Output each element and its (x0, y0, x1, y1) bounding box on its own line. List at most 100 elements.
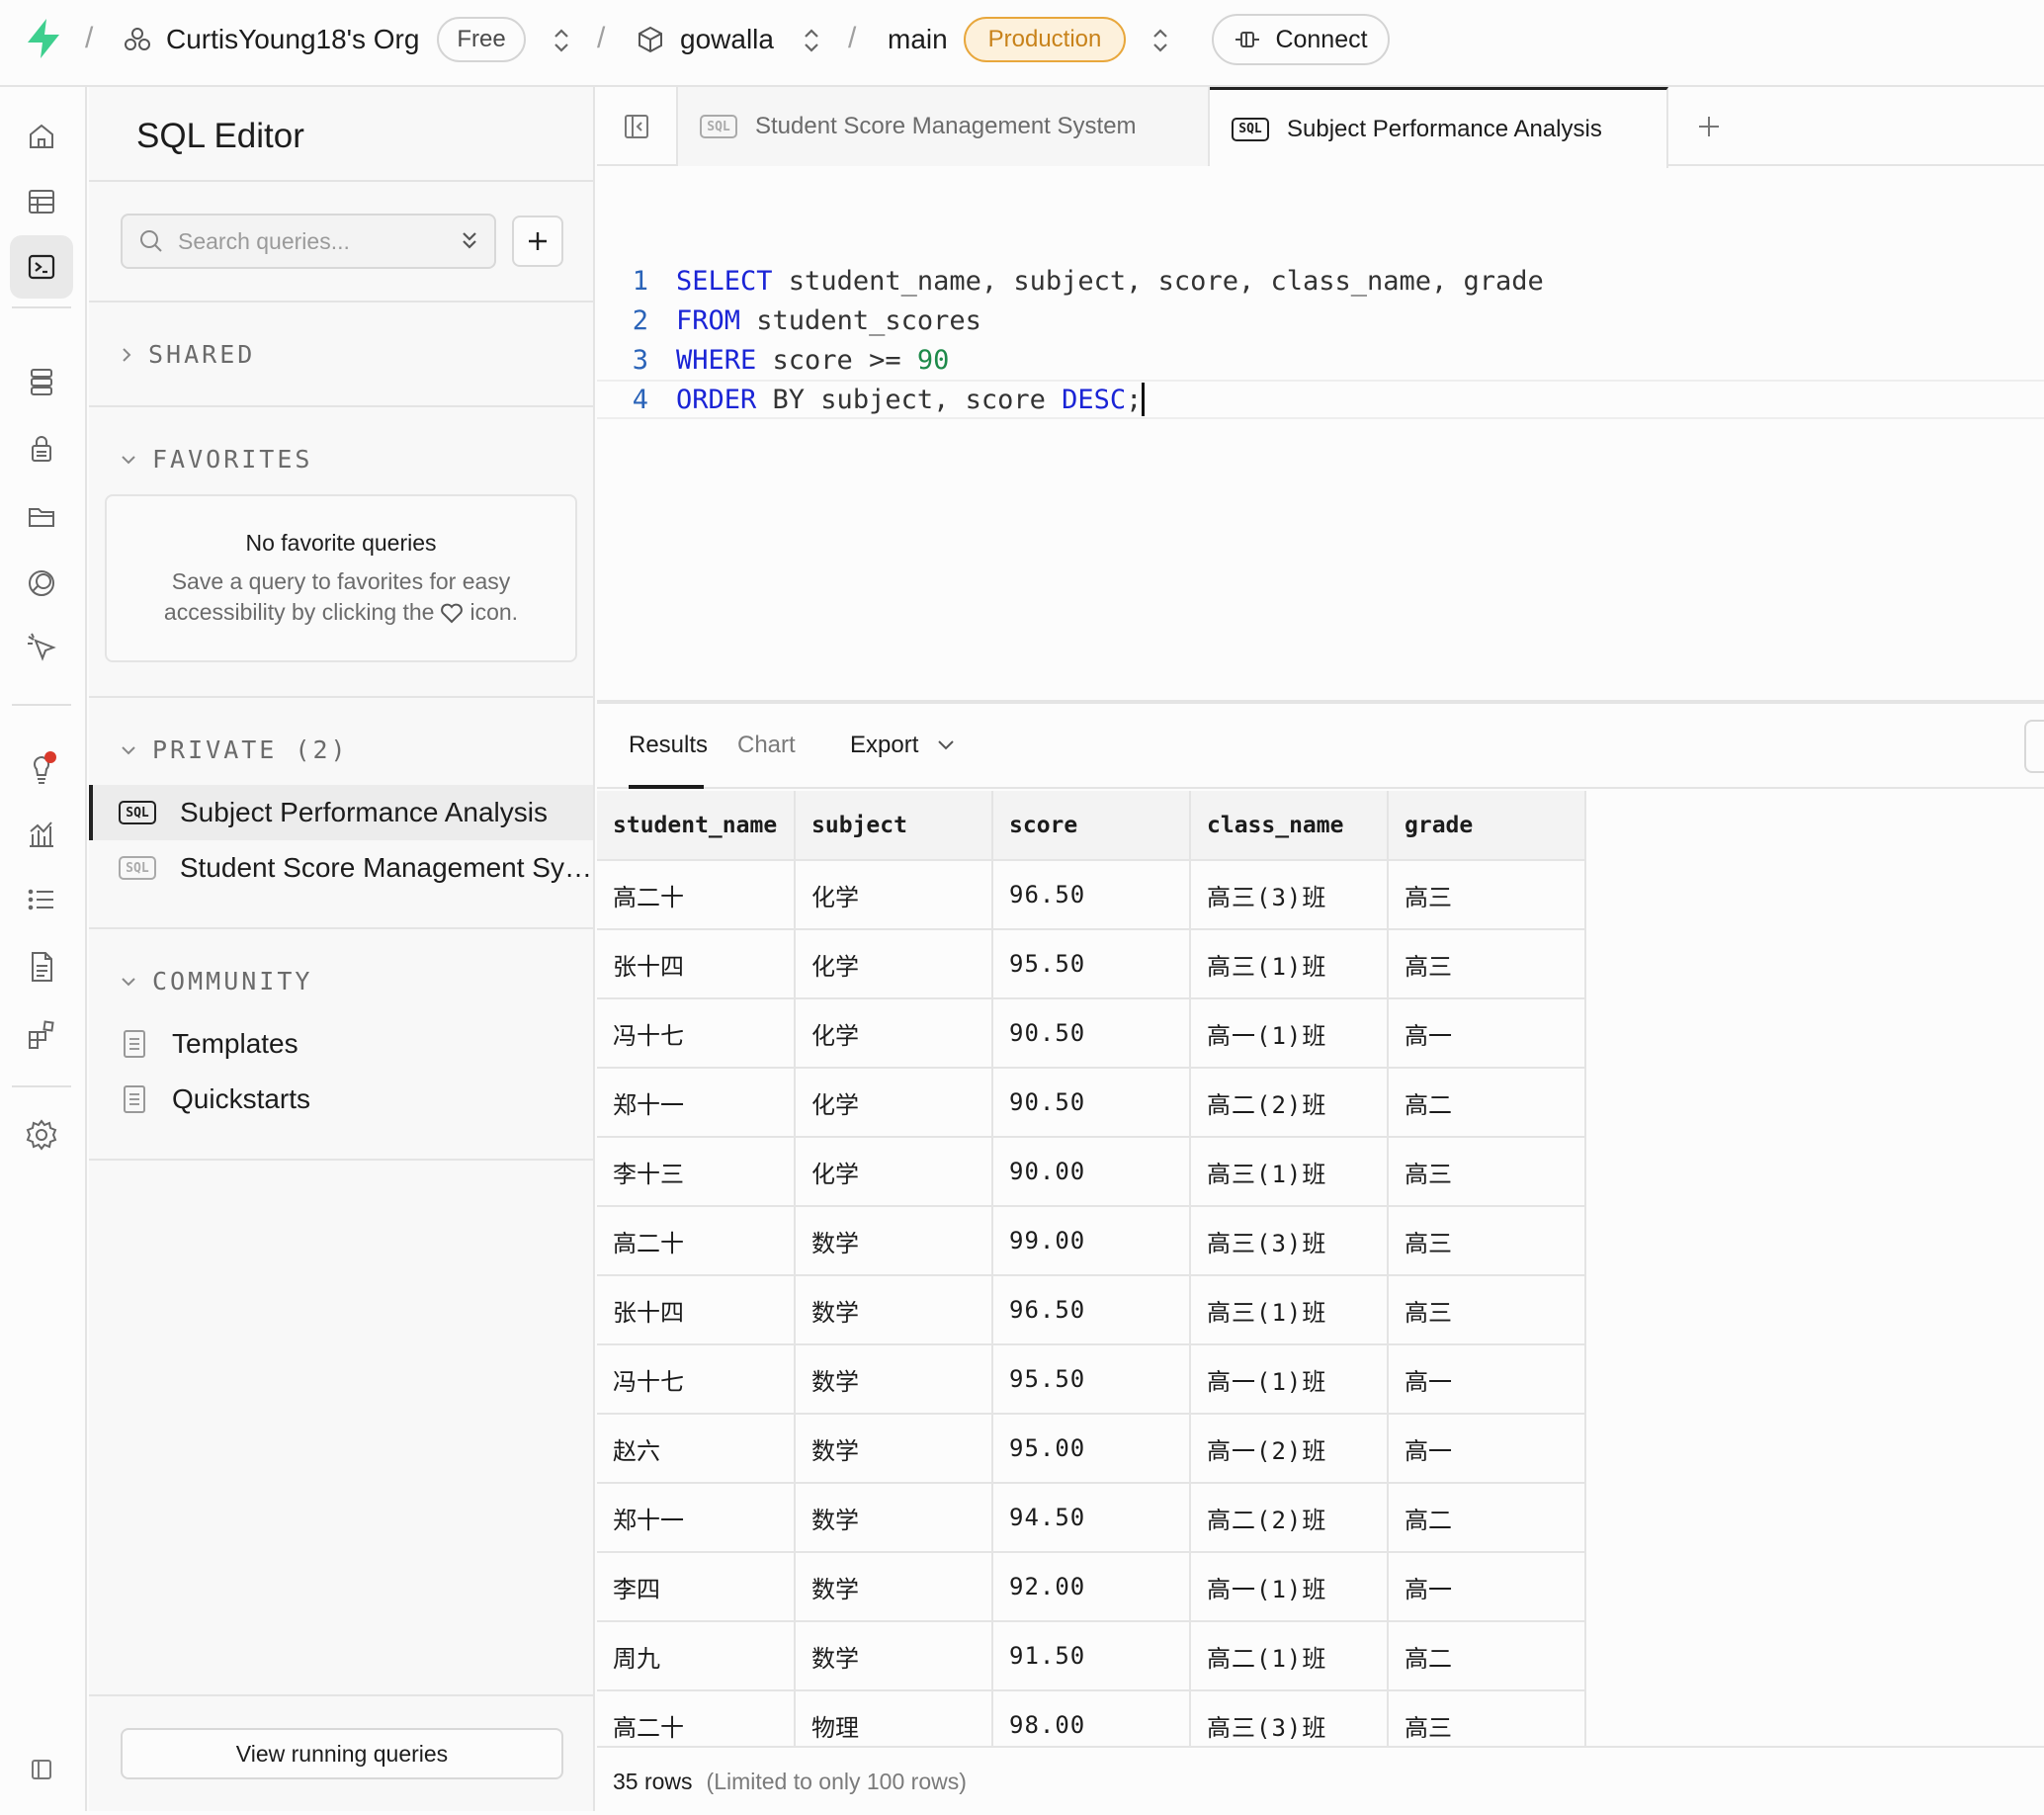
table-cell[interactable]: 92.00 (992, 1552, 1191, 1622)
supabase-logo-icon[interactable] (24, 18, 63, 59)
table-cell[interactable]: 李四 (597, 1552, 796, 1622)
table-cell[interactable]: 数学 (795, 1344, 993, 1415)
table-row[interactable]: 周九 数学 91.50 高二(1)班 高二 (597, 1621, 1586, 1691)
table-cell[interactable]: 96.50 (992, 860, 1191, 930)
table-cell[interactable]: 94.50 (992, 1483, 1191, 1553)
table-cell[interactable]: 数学 (795, 1621, 993, 1691)
table-cell[interactable]: 高一(2)班 (1190, 1414, 1389, 1484)
table-cell[interactable]: 冯十七 (597, 1344, 796, 1415)
sort-chevron-icon[interactable] (459, 228, 480, 254)
table-cell[interactable]: 高二 (1388, 1068, 1586, 1138)
table-cell[interactable]: 95.00 (992, 1414, 1191, 1484)
connect-button[interactable]: Connect (1212, 14, 1390, 65)
table-cell[interactable]: 高三(3)班 (1190, 1206, 1389, 1276)
table-cell[interactable]: 高二(1)班 (1190, 1621, 1389, 1691)
query-item-subject-performance[interactable]: SQL Subject Performance Analysis (89, 785, 593, 840)
branch-chevron-updown-icon[interactable] (1149, 26, 1172, 55)
database-icon[interactable] (10, 350, 73, 413)
table-cell[interactable]: 高一 (1388, 998, 1586, 1069)
table-row[interactable]: 李十三 化学 90.00 高三(1)班 高三 (597, 1137, 1586, 1207)
table-cell[interactable]: 张十四 (597, 929, 796, 999)
run-button-edge[interactable] (2024, 720, 2044, 773)
community-item-templates[interactable]: Templates (89, 1016, 593, 1072)
table-cell[interactable]: 郑十一 (597, 1068, 796, 1138)
private-section-header[interactable]: PRIVATE (2) (119, 735, 349, 764)
table-cell[interactable]: 95.50 (992, 1344, 1191, 1415)
table-cell[interactable]: 数学 (795, 1552, 993, 1622)
new-query-button[interactable] (512, 216, 563, 267)
table-cell[interactable]: 化学 (795, 860, 993, 930)
table-cell[interactable]: 高三(1)班 (1190, 929, 1389, 999)
project-chevron-updown-icon[interactable] (800, 26, 823, 55)
expand-sidebar-icon[interactable] (10, 1738, 73, 1801)
table-cell[interactable]: 周九 (597, 1621, 796, 1691)
table-cell[interactable]: 数学 (795, 1483, 993, 1553)
tab-student-score[interactable]: SQL Student Score Management System (678, 87, 1210, 166)
table-row[interactable]: 赵六 数学 95.00 高一(2)班 高一 (597, 1414, 1586, 1484)
table-cell[interactable]: 高二(2)班 (1190, 1483, 1389, 1553)
api-docs-icon[interactable] (10, 935, 73, 998)
table-cell[interactable]: 化学 (795, 1137, 993, 1207)
branch-switcher[interactable]: main (888, 24, 948, 55)
table-cell[interactable]: 李十三 (597, 1137, 796, 1207)
table-cell[interactable]: 高一(1)班 (1190, 998, 1389, 1069)
code-editor[interactable]: 1 SELECT student_name, subject, score, cl… (597, 166, 2044, 700)
reports-chart-icon[interactable] (10, 803, 73, 866)
org-chevron-updown-icon[interactable] (550, 26, 573, 55)
column-header[interactable]: student_name (597, 791, 796, 861)
table-row[interactable]: 张十四 化学 95.50 高三(1)班 高三 (597, 929, 1586, 999)
table-cell[interactable]: 95.50 (992, 929, 1191, 999)
table-cell[interactable]: 高三 (1388, 929, 1586, 999)
table-cell[interactable]: 高二 (1388, 1621, 1586, 1691)
community-item-quickstarts[interactable]: Quickstarts (89, 1072, 593, 1127)
project-switcher[interactable]: gowalla (637, 24, 774, 55)
table-cell[interactable]: 张十四 (597, 1275, 796, 1345)
shared-section-header[interactable]: SHARED (119, 340, 255, 369)
table-cell[interactable]: 郑十一 (597, 1483, 796, 1553)
home-icon[interactable] (10, 105, 73, 168)
table-row[interactable]: 冯十七 化学 90.50 高一(1)班 高一 (597, 998, 1586, 1069)
table-cell[interactable]: 高二十 (597, 1206, 796, 1276)
table-cell[interactable]: 数学 (795, 1414, 993, 1484)
auth-lock-icon[interactable] (10, 417, 73, 480)
realtime-cursor-icon[interactable] (10, 617, 73, 680)
query-item-student-score[interactable]: SQL Student Score Management System (89, 840, 593, 896)
column-header[interactable]: class_name (1190, 791, 1389, 861)
table-row[interactable]: 冯十七 数学 95.50 高一(1)班 高一 (597, 1344, 1586, 1415)
table-cell[interactable]: 数学 (795, 1206, 993, 1276)
org-switcher[interactable]: CurtisYoung18's Org (123, 24, 419, 55)
logs-list-icon[interactable] (10, 868, 73, 931)
table-cell[interactable]: 数学 (795, 1275, 993, 1345)
sql-editor-icon[interactable] (10, 235, 73, 299)
column-header[interactable]: subject (795, 791, 993, 861)
view-running-queries-button[interactable]: View running queries (121, 1728, 563, 1779)
table-cell[interactable]: 高一(1)班 (1190, 1344, 1389, 1415)
integrations-icon[interactable] (10, 1002, 73, 1066)
toggle-sidebar-button[interactable] (597, 87, 678, 166)
table-cell[interactable]: 冯十七 (597, 998, 796, 1069)
settings-gear-icon[interactable] (10, 1103, 73, 1167)
favorites-section-header[interactable]: FAVORITES (119, 445, 312, 474)
table-row[interactable]: 高二十 数学 99.00 高三(3)班 高三 (597, 1206, 1586, 1276)
table-row[interactable]: 郑十一 数学 94.50 高二(2)班 高二 (597, 1483, 1586, 1553)
table-cell[interactable]: 高三 (1388, 1137, 1586, 1207)
column-header[interactable]: score (992, 791, 1191, 861)
table-cell[interactable]: 96.50 (992, 1275, 1191, 1345)
advisors-bulb-icon[interactable] (10, 737, 73, 801)
table-cell[interactable]: 高三 (1388, 1275, 1586, 1345)
table-cell[interactable]: 高二十 (597, 860, 796, 930)
search-queries-input[interactable]: Search queries... (121, 214, 496, 269)
table-cell[interactable]: 高三 (1388, 1206, 1586, 1276)
new-tab-button[interactable] (1668, 87, 1749, 166)
table-cell[interactable]: 高一 (1388, 1414, 1586, 1484)
table-cell[interactable]: 高一 (1388, 1344, 1586, 1415)
table-cell[interactable]: 赵六 (597, 1414, 796, 1484)
table-cell[interactable]: 99.00 (992, 1206, 1191, 1276)
edge-functions-icon[interactable] (10, 552, 73, 615)
table-row[interactable]: 郑十一 化学 90.50 高二(2)班 高二 (597, 1068, 1586, 1138)
table-cell[interactable]: 高三(3)班 (1190, 860, 1389, 930)
table-cell[interactable]: 高三(1)班 (1190, 1275, 1389, 1345)
tab-subject-performance[interactable]: SQL Subject Performance Analysis (1210, 87, 1668, 168)
column-header[interactable]: grade (1388, 791, 1586, 861)
table-cell[interactable]: 高一(1)班 (1190, 1552, 1389, 1622)
